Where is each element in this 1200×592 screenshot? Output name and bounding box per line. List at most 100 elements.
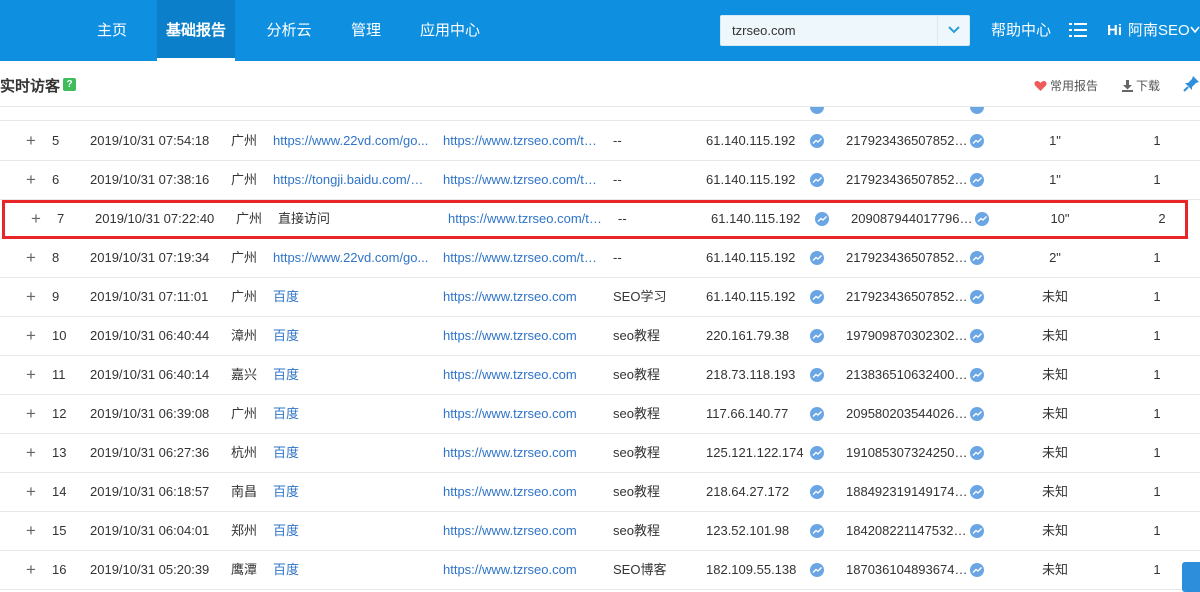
globe-icon[interactable] (810, 107, 824, 114)
expand-row-icon[interactable]: + (26, 512, 40, 550)
list-menu-icon[interactable] (1069, 22, 1087, 38)
expand-row-icon[interactable]: + (26, 161, 40, 199)
visitor-history-icon[interactable] (970, 329, 984, 343)
nav-item-app-center[interactable]: 应用中心 (410, 0, 490, 61)
visitor-history-icon[interactable] (970, 485, 984, 499)
help-question-icon[interactable]: ? (63, 78, 76, 91)
visitor-history-icon[interactable] (970, 251, 984, 265)
table-row[interactable]: + 11 2019/10/31 06:40:14 嘉兴 百度 https://w… (0, 356, 1200, 395)
entry-page-link[interactable]: https://www.tzrseo.com/to... (443, 122, 601, 160)
nav-item-home[interactable]: 主页 (82, 0, 142, 61)
table-row[interactable]: + 6 2019/10/31 07:38:16 广州 https://tongj… (0, 161, 1200, 200)
table-row[interactable]: + 10 2019/10/31 06:40:44 漳州 百度 https://w… (0, 317, 1200, 356)
traffic-source[interactable]: https://tongji.baidu.com/w... (273, 161, 429, 199)
entry-page-link[interactable]: https://www.tzrseo.com/to... (443, 239, 601, 277)
expand-row-icon[interactable]: + (26, 473, 40, 511)
traffic-source[interactable]: 百度 (273, 551, 429, 589)
traffic-source[interactable]: 直接访问 (278, 200, 434, 238)
expand-row-icon[interactable]: + (26, 395, 40, 433)
visitor-history-icon[interactable] (970, 563, 984, 577)
entry-page-link[interactable]: https://www.tzrseo.com (443, 278, 601, 316)
entry-page-link[interactable]: https://www.tzrseo.com (443, 473, 601, 511)
table-row[interactable]: + 9 2019/10/31 07:11:01 广州 百度 https://ww… (0, 278, 1200, 317)
entry-page-link[interactable]: https://www.tzrseo.com/to... (443, 161, 601, 199)
entry-page-link[interactable]: https://www.tzrseo.com (443, 317, 601, 355)
traffic-source[interactable]: 百度 (273, 395, 429, 433)
entry-page-link[interactable]: https://www.tzrseo.com (443, 395, 601, 433)
page-views: 1 (1153, 562, 1161, 577)
traffic-source[interactable]: 百度 (273, 356, 429, 394)
nav-item-basic-report[interactable]: 基础报告 (157, 0, 235, 61)
ip-history-icon[interactable] (810, 173, 824, 187)
traffic-source[interactable]: 百度 (273, 434, 429, 472)
expand-row-icon[interactable]: + (26, 434, 40, 472)
visitor-history-icon[interactable] (970, 173, 984, 187)
entry-page-link[interactable]: https://www.tzrseo.com (443, 512, 601, 550)
traffic-source[interactable]: 百度 (273, 317, 429, 355)
nav-item-manage[interactable]: 管理 (338, 0, 394, 61)
ip-history-icon[interactable] (810, 524, 824, 538)
visitor-history-icon[interactable] (970, 368, 984, 382)
favorite-report-button[interactable]: 常用报告 (1034, 77, 1098, 94)
visitor-history-icon[interactable] (975, 212, 989, 226)
expand-row-icon[interactable]: + (26, 356, 40, 394)
table-row[interactable]: + 16 2019/10/31 05:20:39 鹰潭 百度 https://w… (0, 551, 1200, 590)
download-button[interactable]: 下载 (1122, 77, 1160, 94)
table-row[interactable]: + 13 2019/10/31 06:27:36 杭州 百度 https://w… (0, 434, 1200, 473)
ip-history-icon[interactable] (810, 134, 824, 148)
user-chevron-down-icon[interactable] (1190, 26, 1200, 34)
feedback-float-button[interactable] (1182, 562, 1200, 592)
ip-history-icon[interactable] (810, 446, 824, 460)
site-selector[interactable]: tzrseo.com (720, 15, 970, 46)
traffic-source[interactable]: 百度 (273, 512, 429, 550)
visitor-history-icon-cell (970, 473, 986, 511)
traffic-source[interactable]: 百度 (273, 278, 429, 316)
visitor-history-icon[interactable] (970, 134, 984, 148)
visitor-history-icon[interactable] (970, 290, 984, 304)
ip-history-icon[interactable] (810, 407, 824, 421)
table-row[interactable]: + 8 2019/10/31 07:19:34 广州 https://www.2… (0, 239, 1200, 278)
ip-history-icon[interactable] (810, 251, 824, 265)
traffic-source[interactable]: 百度 (273, 473, 429, 511)
expand-row-icon[interactable]: + (26, 278, 40, 316)
traffic-source[interactable]: https://www.22vd.com/go... (273, 239, 429, 277)
globe-icon[interactable] (970, 107, 984, 114)
ip-history-icon[interactable] (810, 290, 824, 304)
visit-time: 2019/10/31 06:18:57 (90, 484, 210, 499)
entry-page-link[interactable]: https://www.tzrseo.com/to... (448, 200, 606, 238)
visitor-history-icon-cell (970, 512, 986, 550)
user-menu[interactable]: Hi 阿南SEO (1107, 0, 1190, 61)
expand-row-icon[interactable]: + (26, 122, 40, 160)
table-row[interactable]: + 5 2019/10/31 07:54:18 广州 https://www.2… (0, 122, 1200, 161)
table-row[interactable]: + 12 2019/10/31 06:39:08 广州 百度 https://w… (0, 395, 1200, 434)
entry-page-link[interactable]: https://www.tzrseo.com (443, 434, 601, 472)
expand-row-icon[interactable]: + (26, 239, 40, 277)
entry-page-link[interactable]: https://www.tzrseo.com (443, 551, 601, 589)
ip-history-icon[interactable] (810, 329, 824, 343)
ip-history-icon[interactable] (815, 212, 829, 226)
visit-duration: 10" (1050, 211, 1070, 226)
nav-item-analytics-cloud[interactable]: 分析云 (254, 0, 324, 61)
visitor-history-icon[interactable] (970, 446, 984, 460)
page-views: 1 (1153, 523, 1161, 538)
visitor-id: 1910853073242507... (846, 445, 970, 460)
table-row[interactable]: + 14 2019/10/31 06:18:57 南昌 百度 https://w… (0, 473, 1200, 512)
table-row[interactable]: + 15 2019/10/31 06:04:01 郑州 百度 https://w… (0, 512, 1200, 551)
row-index: 16 (52, 562, 67, 577)
table-row-highlighted[interactable]: + 7 2019/10/31 07:22:40 广州 直接访问 https://… (2, 200, 1188, 239)
expand-row-icon[interactable]: + (31, 200, 45, 238)
expand-row-icon[interactable]: + (26, 317, 40, 355)
help-center-link[interactable]: 帮助中心 (991, 0, 1051, 61)
ip-history-icon[interactable] (810, 563, 824, 577)
visitor-history-icon[interactable] (970, 524, 984, 538)
site-selector-toggle[interactable] (937, 16, 969, 45)
pin-icon[interactable] (1183, 75, 1200, 92)
ip-history-icon[interactable] (810, 368, 824, 382)
visitor-history-icon[interactable] (970, 407, 984, 421)
traffic-source[interactable]: https://www.22vd.com/go... (273, 122, 429, 160)
entry-page-link[interactable]: https://www.tzrseo.com (443, 356, 601, 394)
row-index: 5 (52, 133, 60, 148)
visit-time: 2019/10/31 06:40:14 (90, 367, 210, 382)
ip-history-icon[interactable] (810, 485, 824, 499)
expand-row-icon[interactable]: + (26, 551, 40, 589)
